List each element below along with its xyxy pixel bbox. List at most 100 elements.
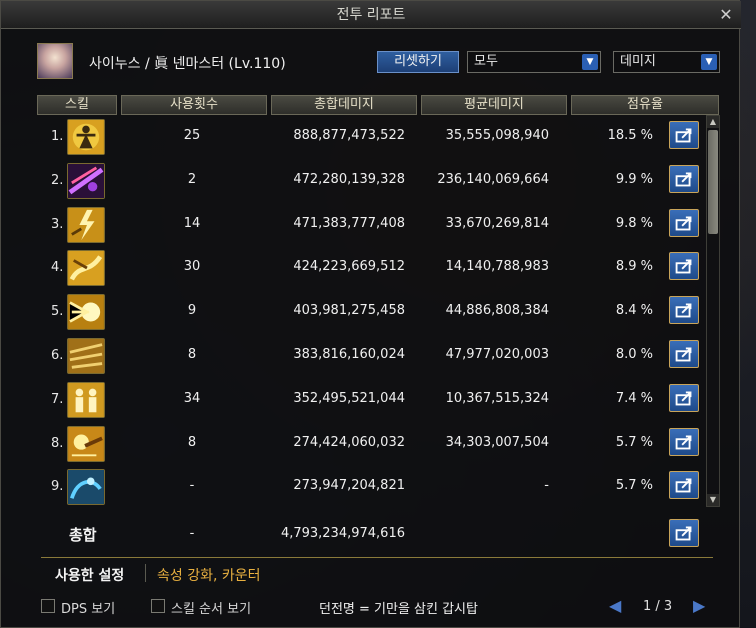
total-damage-value: 352,495,521,044 [293, 390, 405, 406]
window-titlebar: 전투 리포트 ✕ [1, 1, 741, 29]
total-damage-sum: 4,793,234,974,616 [280, 526, 405, 541]
share-icon [675, 259, 692, 274]
average-damage-value: 44,886,808,384 [445, 303, 549, 319]
share-icon [675, 216, 692, 231]
table-row: 8. 8 274,424,060,032 34,303,007,504 5.7 … [37, 422, 705, 466]
dragon-strike-icon [67, 250, 105, 287]
share-value: 5.7 % [615, 478, 653, 494]
uses-value: 14 [183, 215, 201, 231]
blue-kick-icon [67, 469, 105, 506]
average-damage-value: 236,140,069,664 [437, 171, 549, 187]
settings-label: 사용한 설정 [55, 568, 125, 584]
scroll-up-button[interactable]: ▲ [707, 116, 719, 128]
dps-checkbox[interactable] [41, 599, 55, 613]
divider [145, 564, 146, 582]
share-icon [675, 347, 692, 362]
share-button[interactable] [669, 471, 699, 500]
share-button[interactable] [669, 383, 699, 412]
row-rank: 9. [51, 479, 64, 495]
chevron-down-icon: ▼ [582, 54, 598, 70]
reset-button[interactable]: 리셋하기 [377, 51, 459, 73]
skill-order-label: 스킬 순서 보기 [171, 602, 252, 617]
table-row: 6. 8 383,816,160,024 47,977,020,003 8.0 … [37, 334, 705, 378]
share-button[interactable] [669, 519, 699, 547]
uses-value: 8 [187, 434, 197, 450]
total-damage-value: 424,223,669,512 [293, 259, 405, 275]
share-button[interactable] [669, 296, 699, 325]
uses-value: 25 [183, 128, 201, 143]
skill-order-checkbox[interactable] [151, 599, 165, 613]
row-rank: 7. [51, 391, 64, 407]
average-damage-value: 10,367,515,324 [445, 390, 549, 406]
share-button[interactable] [669, 427, 699, 456]
total-damage-value: 383,816,160,024 [293, 346, 405, 362]
share-icon [675, 391, 692, 406]
share-icon [675, 303, 692, 318]
share-button[interactable] [669, 339, 699, 368]
column-header-share: 점유율 [571, 95, 719, 115]
table-row: 2. 2 472,280,139,328 236,140,069,664 9.9… [37, 159, 705, 203]
share-value: 9.8 % [615, 215, 653, 231]
character-avatar [37, 43, 73, 79]
scroll-down-button[interactable]: ▼ [707, 494, 719, 506]
row-rank: 6. [51, 347, 64, 363]
metric-value: 데미지 [620, 54, 656, 69]
total-damage-value: 471,383,777,408 [293, 215, 405, 231]
next-page-arrow-icon[interactable]: ▶ [693, 596, 705, 615]
prev-page-arrow-icon[interactable]: ◀ [609, 596, 621, 615]
share-value: 8.9 % [615, 259, 653, 275]
total-damage-value: 472,280,139,328 [293, 171, 405, 187]
battle-report-window: 전투 리포트 ✕ 사이누스 / 眞 넨마스터 (Lv.110) 리셋하기 모두 … [0, 0, 741, 628]
table-row: 5. 9 403,981,275,458 44,886,808,384 8.4 … [37, 290, 705, 334]
lightning-burst-icon [67, 206, 105, 243]
average-damage-value: 47,977,020,003 [445, 346, 549, 362]
golden-figure-icon [67, 119, 105, 155]
row-rank: 1. [51, 129, 64, 144]
uses-value: 34 [183, 390, 201, 406]
row-rank: 2. [51, 172, 64, 188]
share-value: 8.4 % [615, 303, 653, 319]
purple-slash-icon [67, 162, 105, 199]
column-header-total: 총합데미지 [271, 95, 417, 115]
uses-value: 30 [183, 259, 201, 275]
report-header: 사이누스 / 眞 넨마스터 (Lv.110) 리셋하기 모두 ▼ 데미지 ▼ [37, 43, 727, 79]
share-button[interactable] [669, 252, 699, 281]
total-damage-value: 888,877,473,522 [293, 128, 405, 143]
row-rank: 4. [51, 260, 64, 276]
scroll-thumb[interactable] [708, 130, 718, 234]
skill-table-body: 1. 25 888,877,473,522 35,555,098,940 18.… [37, 115, 705, 509]
table-row: 7. 34 352,495,521,044 10,367,515,324 7.4… [37, 378, 705, 422]
wind-slash-icon [67, 337, 105, 374]
row-rank: 3. [51, 216, 64, 232]
close-button[interactable]: ✕ [717, 6, 735, 24]
share-button[interactable] [669, 121, 699, 149]
table-row: 9. - 273,947,204,821 - 5.7 % [37, 465, 705, 509]
share-button[interactable] [669, 208, 699, 237]
chevron-down-icon: ▼ [701, 54, 717, 70]
row-rank: 5. [51, 304, 64, 320]
share-icon [675, 526, 692, 541]
share-icon [675, 128, 692, 143]
table-scrollbar[interactable]: ▲ ▼ [706, 115, 720, 507]
table-row: 3. 14 471,383,777,408 33,670,269,814 9.8… [37, 203, 705, 247]
radiant-burst-icon [67, 294, 105, 331]
uses-value: 2 [187, 171, 197, 187]
uses-value: 8 [187, 346, 197, 362]
row-rank: 8. [51, 435, 64, 451]
uses-value: - [189, 478, 195, 494]
filter-value: 모두 [474, 54, 498, 69]
page-indicator: 1 / 3 [643, 599, 673, 614]
metric-dropdown[interactable]: 데미지 ▼ [613, 51, 720, 73]
total-damage-value: 403,981,275,458 [293, 303, 405, 319]
share-value: 18.5 % [607, 128, 653, 143]
dps-label: DPS 보기 [61, 602, 116, 617]
column-header-average: 평균데미지 [421, 95, 567, 115]
close-icon: ✕ [719, 5, 733, 24]
filter-dropdown[interactable]: 모두 ▼ [467, 51, 601, 73]
energy-orb-icon [67, 425, 105, 462]
twin-figures-icon [67, 381, 105, 418]
share-icon [675, 435, 692, 450]
share-button[interactable] [669, 164, 699, 193]
average-damage-value: 35,555,098,940 [445, 128, 549, 143]
share-value: 5.7 % [615, 434, 653, 450]
